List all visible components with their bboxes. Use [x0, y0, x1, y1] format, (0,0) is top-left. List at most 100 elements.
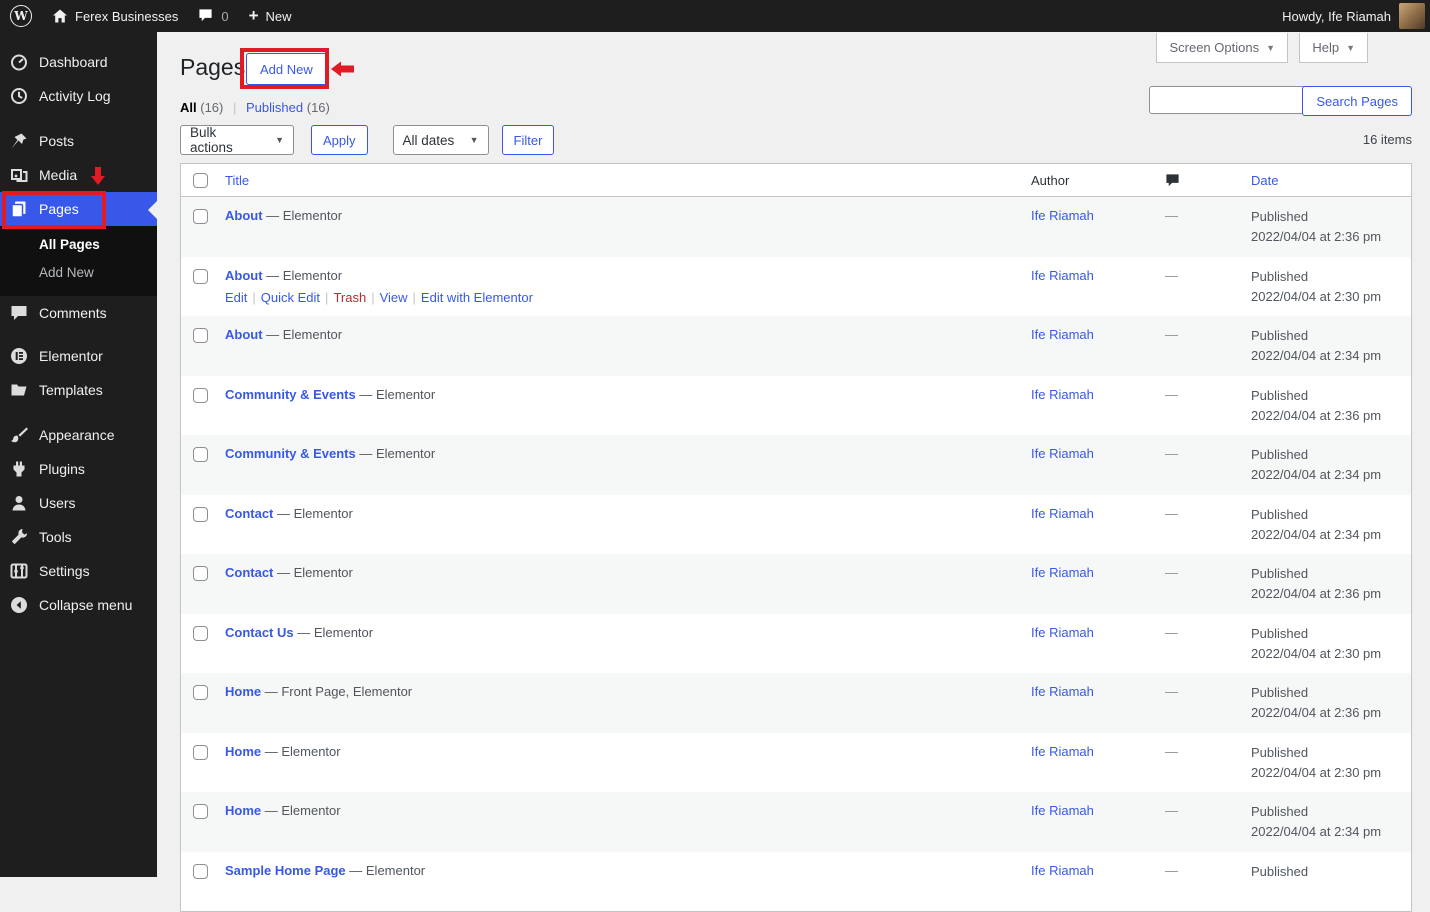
sidebar-item-add-new[interactable]: Add New: [0, 259, 157, 287]
date-text: 2022/04/04 at 2:36 pm: [1251, 586, 1382, 601]
author-link[interactable]: Ife Riamah: [1031, 208, 1094, 223]
row-checkbox[interactable]: [193, 566, 208, 581]
sidebar-item-templates[interactable]: Templates: [0, 373, 157, 407]
sidebar-label: Collapse menu: [39, 597, 133, 613]
page-title-link[interactable]: Community & Events: [225, 387, 356, 402]
folder-icon: [9, 380, 29, 400]
author-link[interactable]: Ife Riamah: [1031, 684, 1094, 699]
page-title: Pages: [180, 54, 246, 80]
sidebar-item-media[interactable]: Media: [0, 158, 157, 192]
bulk-actions-select[interactable]: Bulk actions ▼: [180, 125, 294, 155]
sidebar-item-plugins[interactable]: Plugins: [0, 452, 157, 486]
row-checkbox[interactable]: [193, 447, 208, 462]
table-row: Contact Us — Elementor Ife Riamah — Publ…: [181, 614, 1411, 674]
row-action-trash[interactable]: Trash: [333, 290, 366, 305]
avatar[interactable]: [1399, 3, 1425, 29]
table-row: Home — Elementor Ife Riamah — Published …: [181, 792, 1411, 852]
add-new-button[interactable]: Add New: [246, 53, 327, 85]
page-title-link[interactable]: Contact: [225, 506, 273, 521]
page-title-link[interactable]: About: [225, 327, 263, 342]
page-title-link[interactable]: About: [225, 208, 263, 223]
sidebar-item-activity-log[interactable]: Activity Log: [0, 79, 157, 113]
page-title-link[interactable]: About: [225, 268, 263, 283]
page-title-link[interactable]: Contact Us: [225, 625, 294, 640]
row-checkbox[interactable]: [193, 387, 208, 403]
author-link[interactable]: Ife Riamah: [1031, 744, 1094, 759]
row-checkbox[interactable]: [193, 863, 208, 879]
row-checkbox[interactable]: [193, 744, 208, 760]
sidebar-item-posts[interactable]: Posts: [0, 124, 157, 158]
row-checkbox[interactable]: [193, 268, 208, 284]
author-link[interactable]: Ife Riamah: [1031, 863, 1094, 878]
sidebar-item-appearance[interactable]: Appearance: [0, 418, 157, 452]
date-cell: Published 2022/04/04 at 2:34 pm: [1251, 495, 1411, 555]
search-input[interactable]: [1149, 86, 1312, 114]
screen-options-tab[interactable]: Screen Options ▼: [1156, 33, 1288, 63]
elementor-icon: [9, 346, 29, 366]
author-link[interactable]: Ife Riamah: [1031, 565, 1094, 580]
page-title-link[interactable]: Home: [225, 684, 261, 699]
row-action-quick-edit[interactable]: Quick Edit: [261, 290, 320, 305]
howdy-text[interactable]: Howdy, Ife Riamah: [1282, 9, 1391, 24]
page-title-link[interactable]: Contact: [225, 565, 273, 580]
table-row: Community & Events — Elementor Ife Riama…: [181, 376, 1411, 436]
comments-dash: —: [1165, 446, 1178, 461]
row-checkbox[interactable]: [193, 685, 208, 700]
wordpress-menu[interactable]: W: [0, 0, 42, 32]
row-action-view[interactable]: View: [380, 290, 408, 305]
sidebar-item-collapse-menu[interactable]: Collapse menu: [0, 588, 157, 622]
sidebar-item-pages[interactable]: Pages: [0, 192, 157, 226]
author-link[interactable]: Ife Riamah: [1031, 803, 1094, 818]
author-link[interactable]: Ife Riamah: [1031, 506, 1094, 521]
page-title-link[interactable]: Community & Events: [225, 446, 356, 461]
author-link[interactable]: Ife Riamah: [1031, 625, 1094, 640]
sidebar-label: Activity Log: [39, 88, 111, 104]
status-text: Published: [1251, 506, 1309, 522]
page-title-link[interactable]: Home: [225, 803, 261, 818]
help-tab[interactable]: Help ▼: [1299, 33, 1368, 63]
search-pages-button[interactable]: Search Pages: [1302, 86, 1412, 116]
sidebar-item-comments[interactable]: Comments: [0, 296, 157, 330]
admin-bar-new[interactable]: + New: [239, 0, 302, 32]
column-header-title[interactable]: Title: [225, 173, 1031, 188]
filter-button[interactable]: Filter: [501, 125, 555, 155]
sidebar-item-settings[interactable]: Settings: [0, 554, 157, 588]
author-link[interactable]: Ife Riamah: [1031, 268, 1094, 283]
sidebar-item-all-pages[interactable]: All Pages: [0, 231, 157, 259]
row-checkbox[interactable]: [193, 625, 208, 641]
comments-column-icon[interactable]: [1165, 173, 1180, 188]
row-action-edit-with-elementor[interactable]: Edit with Elementor: [421, 290, 533, 305]
apply-button[interactable]: Apply: [311, 125, 368, 155]
all-dates-select[interactable]: All dates ▼: [392, 125, 489, 155]
select-all-checkbox[interactable]: [193, 172, 208, 188]
sidebar-item-elementor[interactable]: Elementor: [0, 339, 157, 373]
sidebar-item-dashboard[interactable]: Dashboard: [0, 45, 157, 79]
date-text: 2022/04/04 at 2:30 pm: [1251, 288, 1382, 304]
row-action-edit[interactable]: Edit: [225, 290, 247, 305]
column-header-date[interactable]: Date: [1251, 173, 1411, 188]
row-checkbox[interactable]: [193, 506, 208, 522]
page-title-link[interactable]: Sample Home Page: [225, 863, 346, 878]
status-text: Published: [1251, 566, 1309, 581]
view-published-link[interactable]: Published: [246, 100, 303, 115]
table-row: Sample Home Page — Elementor Ife Riamah …: [181, 852, 1411, 912]
author-link[interactable]: Ife Riamah: [1031, 327, 1094, 342]
table-row: Contact — Elementor Ife Riamah — Publish…: [181, 554, 1411, 614]
author-link[interactable]: Ife Riamah: [1031, 446, 1094, 461]
pages-table: Title Author Date About — Elementor Ife …: [180, 163, 1412, 912]
site-name-link[interactable]: Ferex Businesses: [42, 0, 188, 32]
date-text: 2022/04/04 at 2:36 pm: [1251, 407, 1382, 423]
row-checkbox[interactable]: [193, 209, 208, 224]
user-icon: [9, 493, 29, 513]
sidebar-item-users[interactable]: Users: [0, 486, 157, 520]
row-checkbox[interactable]: [193, 804, 208, 819]
row-checkbox[interactable]: [193, 328, 208, 343]
author-link[interactable]: Ife Riamah: [1031, 387, 1094, 402]
view-all-link[interactable]: All: [180, 100, 197, 115]
sliders-icon: [9, 561, 29, 581]
date-cell: Published 2022/04/04 at 2:36 pm: [1251, 673, 1411, 733]
page-title-link[interactable]: Home: [225, 744, 261, 759]
bulk-actions-label: Bulk actions: [190, 125, 233, 155]
sidebar-item-tools[interactable]: Tools: [0, 520, 157, 554]
admin-bar-comments[interactable]: 0: [188, 0, 238, 32]
